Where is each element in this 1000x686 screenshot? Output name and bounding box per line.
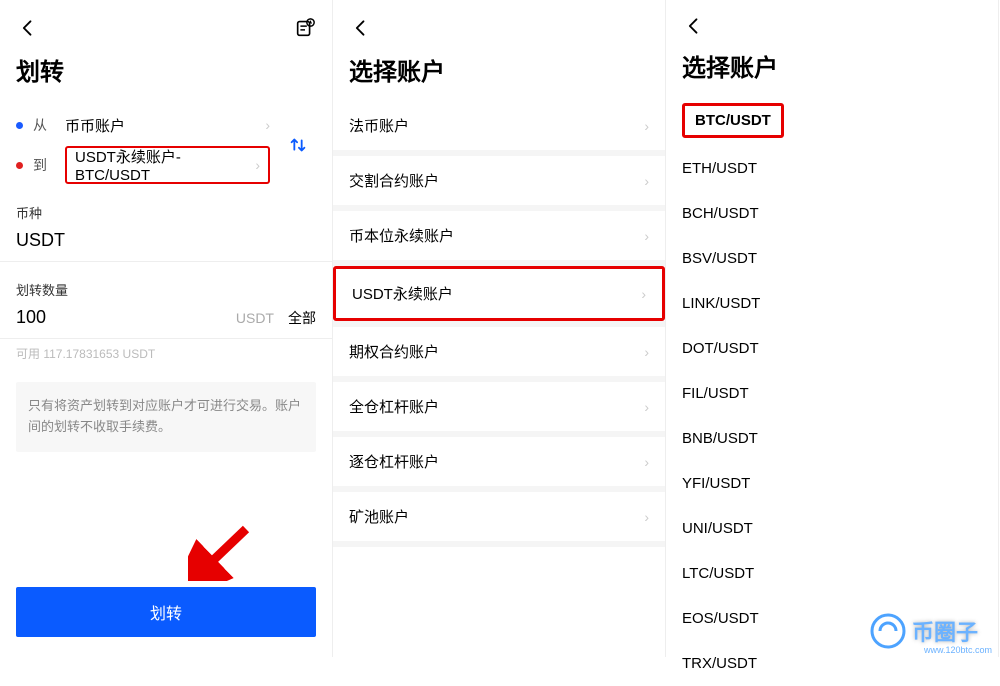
page-title: 划转 xyxy=(0,52,332,101)
trading-pair-item[interactable]: BTC/USDT xyxy=(666,97,998,146)
account-type-item[interactable]: 全仓杠杆账户 › xyxy=(333,382,665,431)
chevron-right-icon: › xyxy=(255,157,260,173)
trading-pair-item[interactable]: LINK/USDT xyxy=(666,281,998,326)
account-type-item[interactable]: 币本位永续账户 › xyxy=(333,211,665,260)
page-title: 选择账户 xyxy=(333,52,665,101)
trading-pair-list: BTC/USDT ETH/USDTBCH/USDTBSV/USDTLINK/USD… xyxy=(666,97,998,686)
list-item-label: 交割合约账户 xyxy=(349,170,638,191)
available-balance: 可用 117.17831653 USDT xyxy=(0,339,332,368)
account-type-item[interactable]: 逐仓杠杆账户 › xyxy=(333,437,665,486)
amount-row: 100 USDT 全部 xyxy=(0,305,332,339)
chevron-right-icon: › xyxy=(644,344,649,360)
all-button[interactable]: 全部 xyxy=(288,308,316,328)
chevron-right-icon: › xyxy=(644,228,649,244)
list-item-label: 法币账户 xyxy=(349,115,638,136)
account-type-item[interactable]: 矿池账户 › xyxy=(333,492,665,541)
currency-label: 币种 xyxy=(0,185,332,228)
to-account-highlighted: USDT永续账户-BTC/USDT › xyxy=(65,146,270,184)
notice-text: 只有将资产划转到对应账户才可进行交易。账户间的划转不收取手续费。 xyxy=(16,382,316,452)
arrow-left-icon xyxy=(18,18,38,38)
list-item-label: 逐仓杠杆账户 xyxy=(349,451,638,472)
trading-pair-item[interactable]: YFI/USDT xyxy=(666,461,998,506)
trading-pair-item[interactable]: ETH/USDT xyxy=(666,146,998,191)
to-row[interactable]: 到 USDT永续账户-BTC/USDT › xyxy=(16,145,270,185)
trading-pair-item[interactable]: LTC/USDT xyxy=(666,551,998,596)
list-item-label-highlighted: BTC/USDT xyxy=(682,103,784,138)
list-item-label: 期权合约账户 xyxy=(349,341,638,362)
chevron-right-icon: › xyxy=(644,173,649,189)
swap-vertical-icon xyxy=(287,134,309,156)
chevron-right-icon: › xyxy=(644,509,649,525)
swap-direction-button[interactable] xyxy=(280,105,316,185)
history-icon[interactable] xyxy=(294,17,316,39)
header xyxy=(666,0,998,48)
chevron-right-icon: › xyxy=(265,117,270,133)
trading-pair-item[interactable]: DOT/USDT xyxy=(666,326,998,371)
trading-pair-item[interactable]: BSV/USDT xyxy=(666,236,998,281)
list-separator xyxy=(333,541,665,547)
account-type-item[interactable]: 期权合约账户 › xyxy=(333,327,665,376)
list-item-label: USDT永续账户 xyxy=(352,283,635,304)
to-account-value: USDT永续账户-BTC/USDT xyxy=(75,146,249,184)
header xyxy=(0,0,332,52)
from-label: 从 xyxy=(33,115,55,135)
account-type-item[interactable]: USDT永续账户 › xyxy=(333,266,665,321)
transfer-direction: 从 币币账户 › 到 USDT永续账户-BTC/USDT › xyxy=(0,101,332,185)
from-row[interactable]: 从 币币账户 › xyxy=(16,105,270,145)
chevron-right-icon: › xyxy=(644,399,649,415)
chevron-right-icon: › xyxy=(644,118,649,134)
from-dot-icon xyxy=(16,122,23,129)
submit-transfer-button[interactable]: 划转 xyxy=(16,587,316,637)
chevron-right-icon: › xyxy=(641,286,646,302)
amount-unit: USDT xyxy=(236,310,274,326)
arrow-left-icon xyxy=(351,18,371,38)
amount-input[interactable]: 100 xyxy=(16,307,236,328)
account-type-item[interactable]: 法币账户 › xyxy=(333,101,665,150)
account-type-list: 法币账户›交割合约账户›币本位永续账户›USDT永续账户›期权合约账户›全仓杠杆… xyxy=(333,101,665,547)
to-label: 到 xyxy=(33,155,55,175)
header xyxy=(333,0,665,52)
back-button[interactable] xyxy=(16,16,40,40)
trading-pair-item[interactable]: FIL/USDT xyxy=(666,371,998,416)
select-account-panel: 选择账户 法币账户›交割合约账户›币本位永续账户›USDT永续账户›期权合约账户… xyxy=(333,0,666,657)
to-dot-icon xyxy=(16,162,23,169)
currency-value[interactable]: USDT xyxy=(0,228,332,262)
from-account-value: 币币账户 xyxy=(65,115,259,136)
transfer-panel: 划转 从 币币账户 › 到 USDT永续账户-BTC/USDT › xyxy=(0,0,333,657)
list-item-label: 矿池账户 xyxy=(349,506,638,527)
trading-pair-item[interactable]: EOS/USDT xyxy=(666,596,998,641)
list-item-label: 全仓杠杆账户 xyxy=(349,396,638,417)
trading-pair-item[interactable]: BNB/USDT xyxy=(666,416,998,461)
select-pair-panel: 选择账户 BTC/USDT ETH/USDTBCH/USDTBSV/USDTLIN… xyxy=(666,0,999,657)
chevron-right-icon: › xyxy=(644,454,649,470)
trading-pair-item[interactable]: UNI/USDT xyxy=(666,506,998,551)
amount-label: 划转数量 xyxy=(0,262,332,305)
trading-pair-item[interactable]: TRX/USDT xyxy=(666,641,998,686)
trading-pair-item[interactable]: BCH/USDT xyxy=(666,191,998,236)
back-button[interactable] xyxy=(682,14,706,38)
account-type-item[interactable]: 交割合约账户 › xyxy=(333,156,665,205)
back-button[interactable] xyxy=(349,16,373,40)
list-item-label: 币本位永续账户 xyxy=(349,225,638,246)
arrow-left-icon xyxy=(684,16,704,36)
page-title: 选择账户 xyxy=(666,48,998,97)
